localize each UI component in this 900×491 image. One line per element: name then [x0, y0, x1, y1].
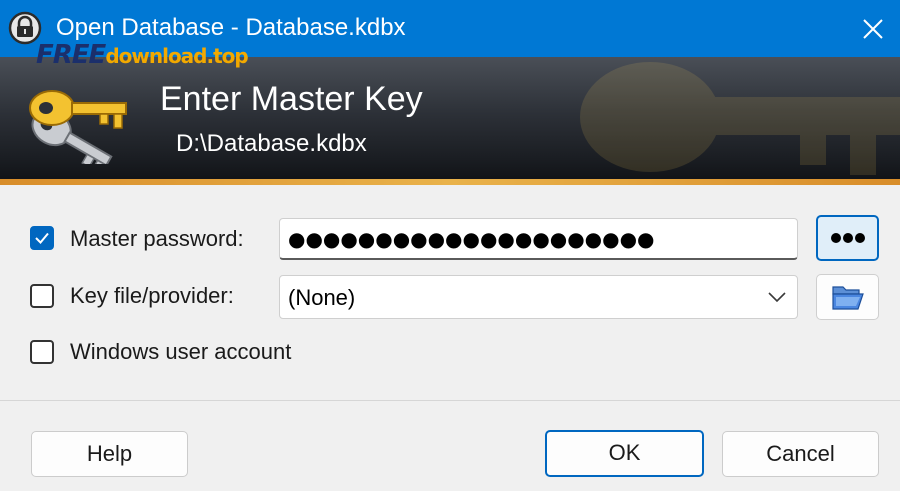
key-file-select[interactable]: (None)	[279, 275, 798, 319]
cancel-button[interactable]: Cancel	[722, 431, 879, 477]
master-password-checkbox[interactable]	[30, 226, 54, 250]
master-password-input[interactable]: ●●●●●●●●●●●●●●●●●●●●●	[279, 218, 798, 260]
banner-title: Enter Master Key	[160, 80, 423, 118]
password-mask: ●●●●●●●●●●●●●●●●●●●●●	[288, 227, 655, 251]
master-key-form: Master password: ●●●●●●●●●●●●●●●●●●●●● K…	[0, 185, 900, 400]
folder-open-icon	[831, 286, 864, 310]
chevron-down-icon	[768, 292, 786, 303]
ok-button[interactable]: OK	[545, 430, 704, 477]
key-icon	[22, 84, 132, 178]
show-password-button[interactable]	[816, 215, 879, 261]
windows-account-label: Windows user account	[70, 339, 292, 364]
banner-background-key-icon	[580, 62, 900, 175]
key-file-selected-value: (None)	[288, 285, 356, 310]
close-button[interactable]	[846, 0, 900, 57]
master-password-label: Master password:	[70, 226, 244, 251]
watermark: FREEdownload.top	[36, 40, 249, 70]
windows-account-checkbox[interactable]	[30, 340, 54, 364]
browse-key-file-button[interactable]	[816, 274, 879, 320]
key-file-label: Key file/provider:	[70, 283, 234, 308]
header-banner: Enter Master Key D:\Database.kdbx	[0, 57, 900, 185]
database-path: D:\Database.kdbx	[176, 130, 367, 157]
footer-divider	[0, 400, 900, 401]
key-file-checkbox[interactable]	[30, 284, 54, 308]
help-button[interactable]: Help	[31, 431, 188, 477]
checkmark-icon	[35, 232, 49, 244]
close-icon	[863, 18, 883, 39]
window-title: Open Database - Database.kdbx	[56, 14, 406, 41]
show-password-icon	[830, 233, 865, 243]
open-database-dialog: Open Database - Database.kdbx Enter Mast…	[0, 0, 900, 491]
